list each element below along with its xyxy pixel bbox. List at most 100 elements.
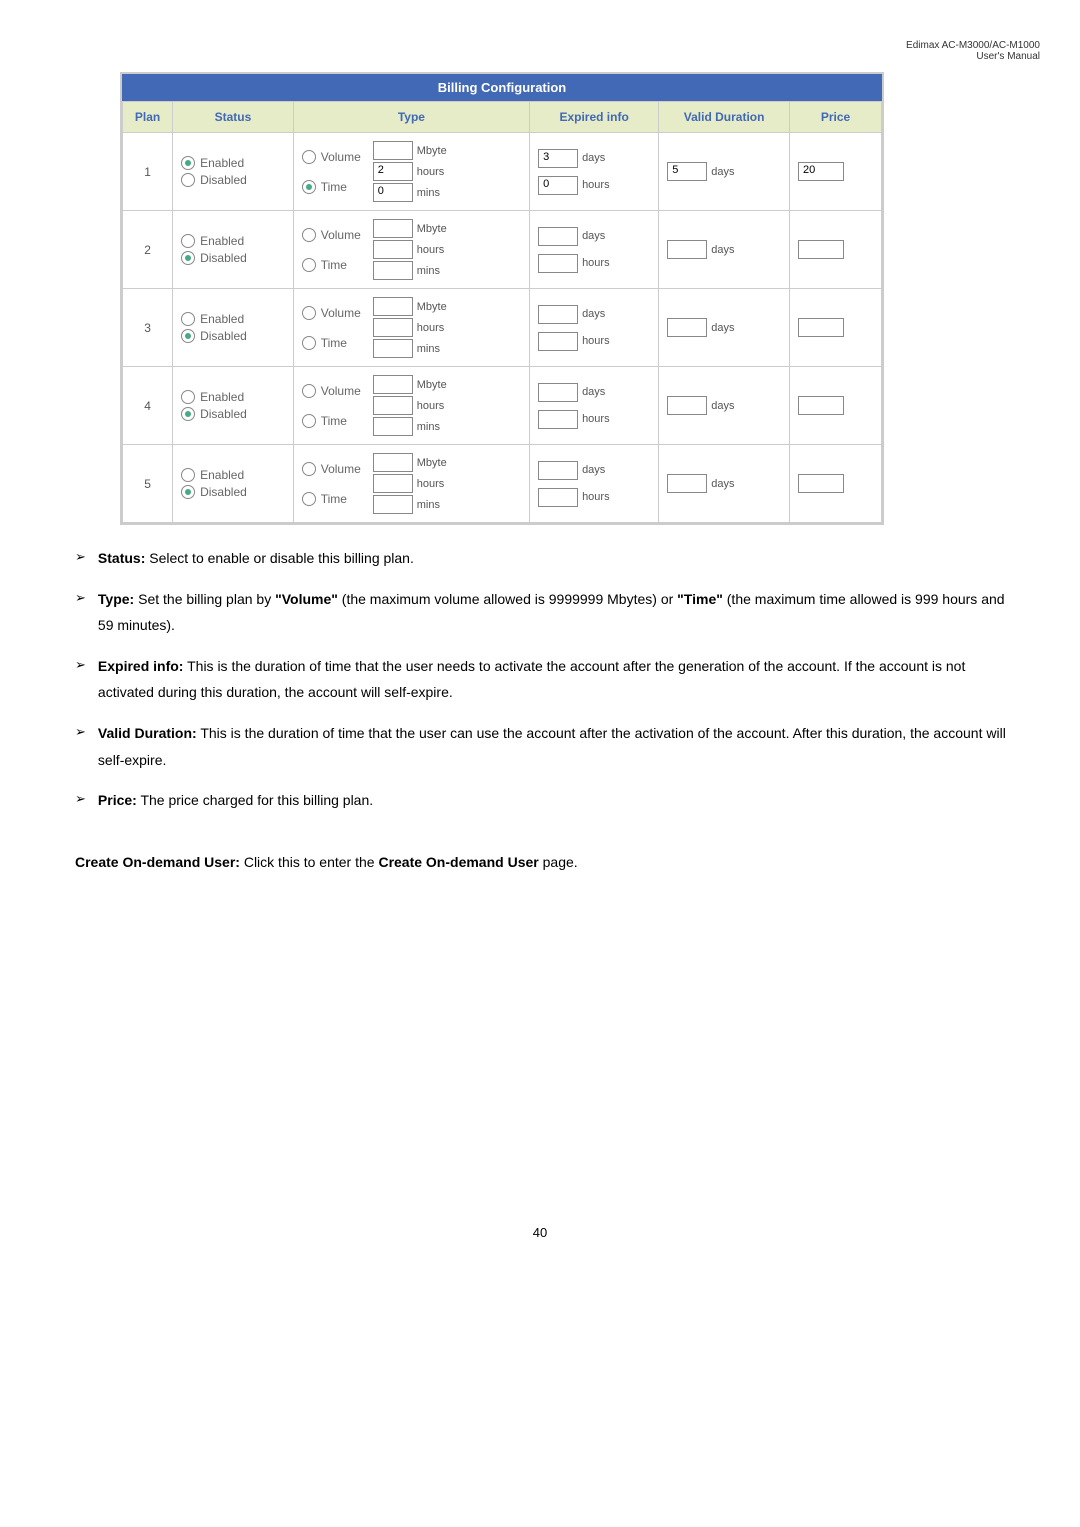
days-label: days xyxy=(582,152,605,164)
volume-radio[interactable]: Volume xyxy=(302,384,361,398)
hours-label: hours xyxy=(582,257,610,269)
days-label: days xyxy=(711,478,734,490)
hours-label: hours xyxy=(582,491,610,503)
valid-days-input[interactable] xyxy=(667,318,707,337)
create-ondemand-text: Create On-demand User: Click this to ent… xyxy=(75,849,1040,876)
radio-icon xyxy=(302,414,316,428)
time-radio[interactable]: Time xyxy=(302,336,361,350)
hours-input[interactable] xyxy=(373,474,413,493)
enabled-radio[interactable]: Enabled xyxy=(181,156,285,170)
exp-days-input[interactable] xyxy=(538,383,578,402)
time-label: Time xyxy=(321,492,347,506)
type-label: Type: xyxy=(98,591,134,607)
radio-icon xyxy=(181,485,195,499)
mins-label: mins xyxy=(417,187,440,199)
exp-days-input[interactable] xyxy=(538,461,578,480)
days-label: days xyxy=(582,230,605,242)
exp-days-input[interactable] xyxy=(538,305,578,324)
enabled-radio[interactable]: Enabled xyxy=(181,390,285,404)
time-radio[interactable]: Time xyxy=(302,258,361,272)
hours-input[interactable]: 2 xyxy=(373,162,413,181)
days-label: days xyxy=(711,400,734,412)
table-row: 2 Enabled Disabled Volume Time Mbyte hou… xyxy=(123,211,882,289)
valid-days-input[interactable] xyxy=(667,240,707,259)
exp-hours-input[interactable] xyxy=(538,254,578,273)
create-bold2: Create On-demand User xyxy=(378,854,538,870)
enabled-radio[interactable]: Enabled xyxy=(181,468,285,482)
valid-days-input[interactable] xyxy=(667,396,707,415)
mins-input[interactable] xyxy=(373,495,413,514)
volume-radio[interactable]: Volume xyxy=(302,228,361,242)
radio-icon xyxy=(302,462,316,476)
hours-input[interactable] xyxy=(373,318,413,337)
radio-icon xyxy=(302,180,316,194)
enabled-label: Enabled xyxy=(200,156,244,170)
time-radio[interactable]: Time xyxy=(302,180,361,194)
hours-label: hours xyxy=(582,335,610,347)
valid-cell: days xyxy=(659,367,790,445)
volume-radio[interactable]: Volume xyxy=(302,462,361,476)
table-row: 3 Enabled Disabled Volume Time Mbyte hou… xyxy=(123,289,882,367)
exp-days-input[interactable]: 3 xyxy=(538,149,578,168)
disabled-radio[interactable]: Disabled xyxy=(181,251,285,265)
price-cell xyxy=(790,445,882,523)
disabled-label: Disabled xyxy=(200,485,247,499)
hours-label: hours xyxy=(582,413,610,425)
time-radio[interactable]: Time xyxy=(302,492,361,506)
hours-input[interactable] xyxy=(373,396,413,415)
bullet-marker-icon: ➢ xyxy=(75,720,86,773)
exp-days-input[interactable] xyxy=(538,227,578,246)
exp-hours-input[interactable] xyxy=(538,410,578,429)
price-input[interactable] xyxy=(798,240,844,259)
time-label: Time xyxy=(321,258,347,272)
create-bold1: Create On-demand User: xyxy=(75,854,240,870)
doc-header: Edimax AC-M3000/AC-M1000 User's Manual xyxy=(40,40,1040,62)
enabled-label: Enabled xyxy=(200,234,244,248)
mbyte-input[interactable] xyxy=(373,453,413,472)
hours-input[interactable] xyxy=(373,240,413,259)
disabled-radio[interactable]: Disabled xyxy=(181,329,285,343)
time-radio[interactable]: Time xyxy=(302,414,361,428)
mbyte-input[interactable] xyxy=(373,375,413,394)
mbyte-input[interactable] xyxy=(373,219,413,238)
mins-input[interactable] xyxy=(373,261,413,280)
volume-label: Volume xyxy=(321,462,361,476)
mins-input[interactable] xyxy=(373,417,413,436)
volume-label: Volume xyxy=(321,306,361,320)
valid-days-input[interactable] xyxy=(667,474,707,493)
disabled-radio[interactable]: Disabled xyxy=(181,173,285,187)
mbyte-input[interactable] xyxy=(373,141,413,160)
expired-cell: days hours xyxy=(530,367,659,445)
mbyte-input[interactable] xyxy=(373,297,413,316)
disabled-radio[interactable]: Disabled xyxy=(181,485,285,499)
hours-label: hours xyxy=(417,244,445,256)
volume-label: Volume xyxy=(321,228,361,242)
expired-label: Expired info: xyxy=(98,658,184,674)
mbyte-label: Mbyte xyxy=(417,223,447,235)
exp-hours-input[interactable] xyxy=(538,488,578,507)
th-price: Price xyxy=(790,102,882,133)
valid-days-input[interactable]: 5 xyxy=(667,162,707,181)
type-bold2: "Time" xyxy=(677,591,723,607)
price-input[interactable]: 20 xyxy=(798,162,844,181)
expired-text: This is the duration of time that the us… xyxy=(98,658,965,701)
price-cell: 20 xyxy=(790,133,882,211)
exp-hours-input[interactable] xyxy=(538,332,578,351)
days-label: days xyxy=(711,322,734,334)
price-input[interactable] xyxy=(798,318,844,337)
volume-radio[interactable]: Volume xyxy=(302,306,361,320)
th-status: Status xyxy=(173,102,294,133)
mins-input[interactable] xyxy=(373,339,413,358)
volume-radio[interactable]: Volume xyxy=(302,150,361,164)
price-input[interactable] xyxy=(798,396,844,415)
mins-input[interactable]: 0 xyxy=(373,183,413,202)
bullet-expired: ➢ Expired info: This is the duration of … xyxy=(75,653,1010,706)
hours-label: hours xyxy=(417,322,445,334)
enabled-radio[interactable]: Enabled xyxy=(181,234,285,248)
price-label: Price: xyxy=(98,792,137,808)
price-input[interactable] xyxy=(798,474,844,493)
exp-hours-input[interactable]: 0 xyxy=(538,176,578,195)
enabled-radio[interactable]: Enabled xyxy=(181,312,285,326)
disabled-radio[interactable]: Disabled xyxy=(181,407,285,421)
mins-label: mins xyxy=(417,343,440,355)
